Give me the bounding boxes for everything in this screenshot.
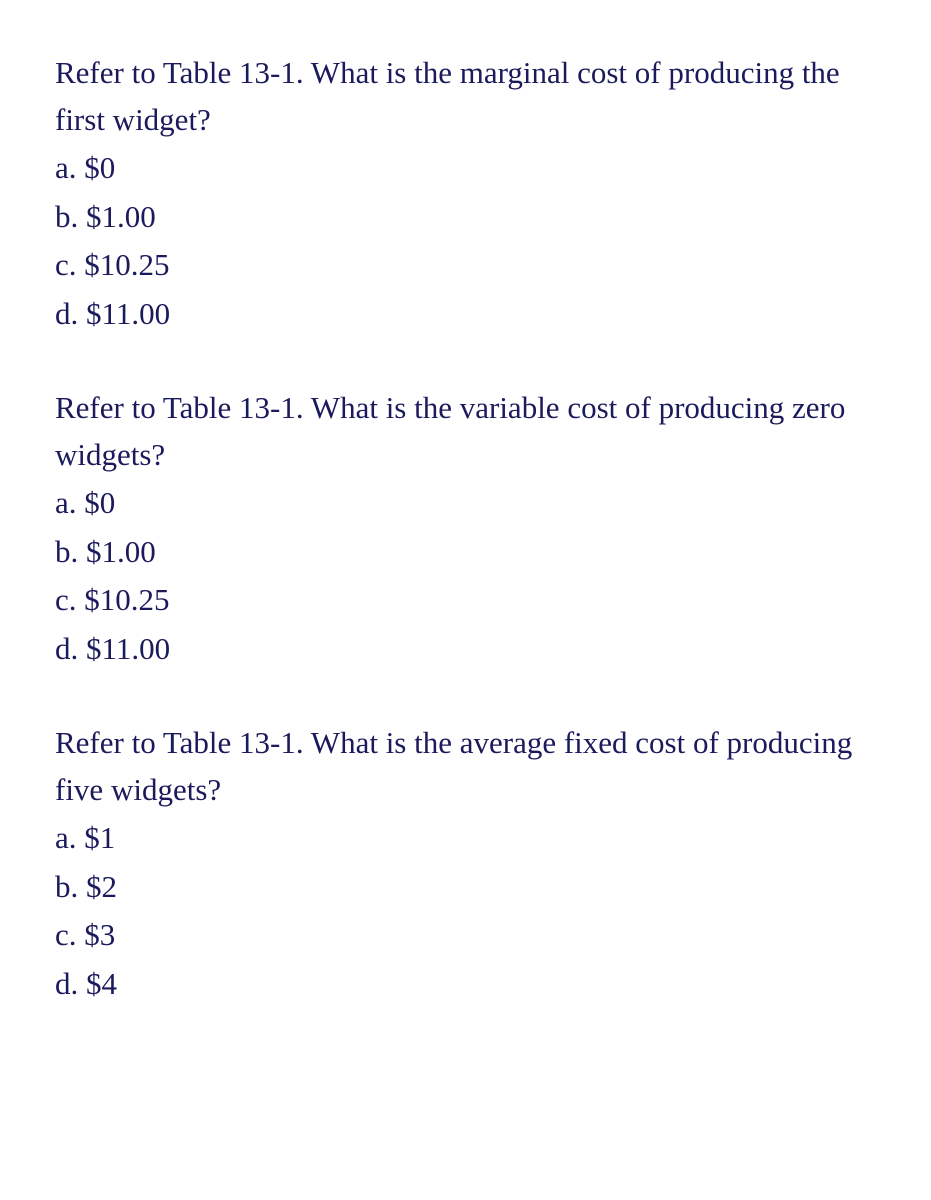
option-b: b. $2 <box>55 864 876 911</box>
question-block-1: Refer to Table 13-1. What is the margina… <box>55 50 876 337</box>
question-block-2: Refer to Table 13-1. What is the variabl… <box>55 385 876 672</box>
option-c: c. $10.25 <box>55 577 876 624</box>
question-prompt: Refer to Table 13-1. What is the variabl… <box>55 385 876 478</box>
option-a: a. $1 <box>55 815 876 862</box>
question-block-3: Refer to Table 13-1. What is the average… <box>55 720 876 1007</box>
option-a: a. $0 <box>55 480 876 527</box>
option-d: d. $11.00 <box>55 626 876 673</box>
option-c: c. $3 <box>55 912 876 959</box>
option-a: a. $0 <box>55 145 876 192</box>
question-prompt: Refer to Table 13-1. What is the margina… <box>55 50 876 143</box>
option-d: d. $11.00 <box>55 291 876 338</box>
option-b: b. $1.00 <box>55 194 876 241</box>
option-d: d. $4 <box>55 961 876 1008</box>
option-c: c. $10.25 <box>55 242 876 289</box>
question-prompt: Refer to Table 13-1. What is the average… <box>55 720 876 813</box>
option-b: b. $1.00 <box>55 529 876 576</box>
